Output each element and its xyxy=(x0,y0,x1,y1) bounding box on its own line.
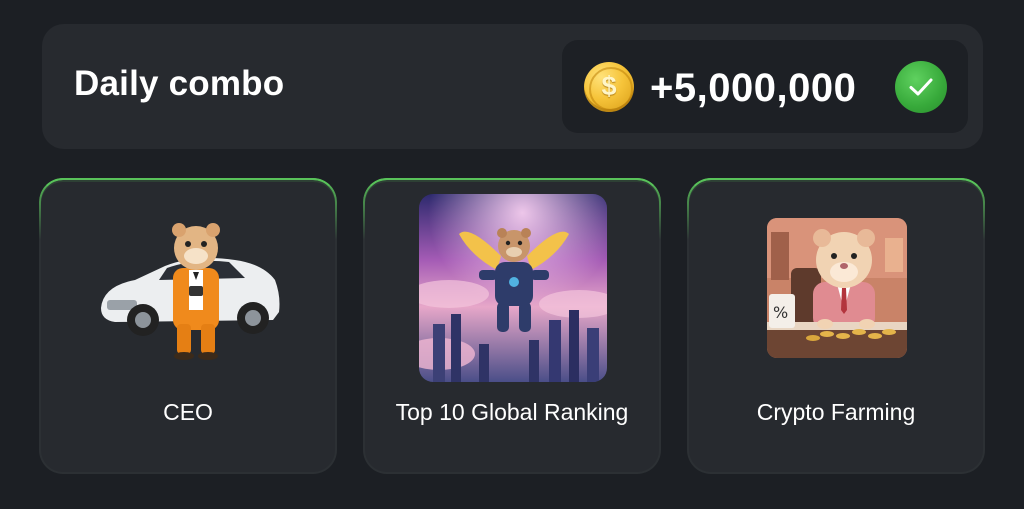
coin-symbol: $ xyxy=(601,71,617,101)
card-label: Top 10 Global Ranking xyxy=(395,399,629,425)
combo-card-top-10-global-ranking[interactable]: Top 10 Global Ranking xyxy=(363,178,661,474)
daily-combo-title: Daily combo xyxy=(74,64,285,103)
coin-icon: $ xyxy=(584,62,634,112)
daily-combo-screen: Daily combo $ +5,000,000 CEO Top 10 Glob… xyxy=(0,0,1024,509)
hamster-office-coins-image: % xyxy=(767,218,907,358)
hamster-flying-city-image xyxy=(419,194,607,382)
combo-card-crypto-farming[interactable]: % Crypto Farming xyxy=(687,178,985,474)
checkmark-icon xyxy=(895,61,947,113)
combo-card-ceo[interactable]: CEO xyxy=(39,178,337,474)
hamster-ceo-car-image xyxy=(95,216,285,366)
svg-text:%: % xyxy=(773,303,788,322)
reward-amount: +5,000,000 xyxy=(650,66,857,110)
reward-box: $ +5,000,000 xyxy=(562,40,968,133)
card-label: CEO xyxy=(163,399,213,425)
card-label: Crypto Farming xyxy=(756,399,916,425)
daily-combo-panel: Daily combo $ +5,000,000 xyxy=(42,24,983,149)
